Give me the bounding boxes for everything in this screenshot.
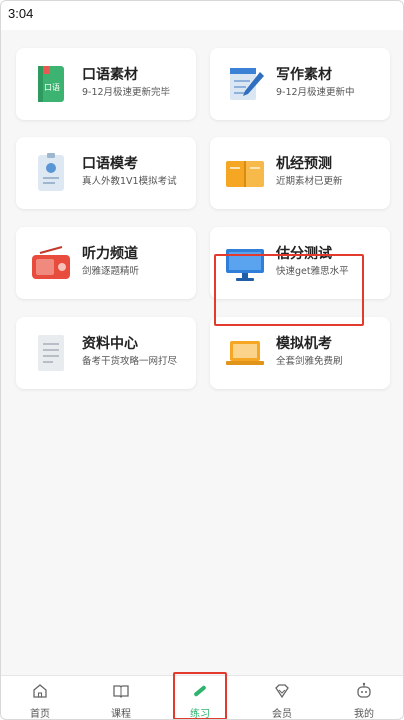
card-exam-prediction[interactable]: 机经预测 近期素材已更新 <box>210 137 390 209</box>
tab-label: 课程 <box>111 709 131 720</box>
laptop-icon <box>226 341 264 365</box>
tab-highlight-box <box>173 672 227 720</box>
card-subtitle: 真人外教1V1模拟考试 <box>82 176 177 187</box>
card-subtitle: 9-12月极速更新中 <box>276 87 355 98</box>
tab-label: 会员 <box>272 709 292 720</box>
card-subtitle: 9-12月极速更新完毕 <box>82 87 171 98</box>
card-title: 听力频道 <box>82 246 138 262</box>
course-book-icon <box>113 685 129 698</box>
svg-text:口语: 口语 <box>44 82 60 92</box>
book-icon: 口语 <box>38 66 64 102</box>
card-listening-channel[interactable]: 听力频道 剑雅逐题精听 <box>16 227 196 299</box>
card-subtitle: 剑雅逐题精听 <box>82 266 140 277</box>
card-title: 资料中心 <box>82 336 138 352</box>
card-title: 模拟机考 <box>276 336 332 352</box>
notepad-pen-icon <box>230 68 264 100</box>
open-book-icon <box>226 161 264 187</box>
tab-label: 首页 <box>30 709 50 720</box>
robot-face-icon <box>357 682 371 698</box>
tab-profile[interactable]: 我的 <box>334 676 394 720</box>
card-writing-materials[interactable]: 写作素材 9-12月极速更新中 <box>210 48 390 120</box>
practice-grid: 口语 口语素材 9-12月极速更新完毕 写作素材 9-12月极速更新中 口语模考… <box>0 30 404 675</box>
card-subtitle: 近期素材已更新 <box>276 176 343 187</box>
id-card-icon <box>38 153 64 191</box>
document-icon <box>38 335 64 371</box>
card-title: 写作素材 <box>276 67 332 83</box>
card-subtitle: 备考干货攻略一网打尽 <box>82 356 178 367</box>
card-resource-center[interactable]: 资料中心 备考干货攻略一网打尽 <box>16 317 196 389</box>
status-time: 3:04 <box>8 6 34 21</box>
highlight-box <box>214 254 364 326</box>
card-title: 口语素材 <box>82 67 138 83</box>
card-subtitle: 全套剑雅免费刷 <box>276 356 343 367</box>
home-icon <box>33 684 47 698</box>
tab-course[interactable]: 课程 <box>91 676 151 720</box>
tab-membership[interactable]: 会员 <box>252 676 312 720</box>
status-bar: 3:04 <box>0 0 404 30</box>
tab-home[interactable]: 首页 <box>10 676 70 720</box>
card-title: 口语模考 <box>82 156 138 172</box>
radio-icon <box>32 246 70 279</box>
tab-label: 我的 <box>354 709 374 720</box>
card-speaking-mock-exam[interactable]: 口语模考 真人外教1V1模拟考试 <box>16 137 196 209</box>
card-title: 机经预测 <box>276 156 332 172</box>
card-computer-mock-exam[interactable]: 模拟机考 全套剑雅免费刷 <box>210 317 390 389</box>
card-speaking-materials[interactable]: 口语 口语素材 9-12月极速更新完毕 <box>16 48 196 120</box>
diamond-icon <box>275 684 289 699</box>
